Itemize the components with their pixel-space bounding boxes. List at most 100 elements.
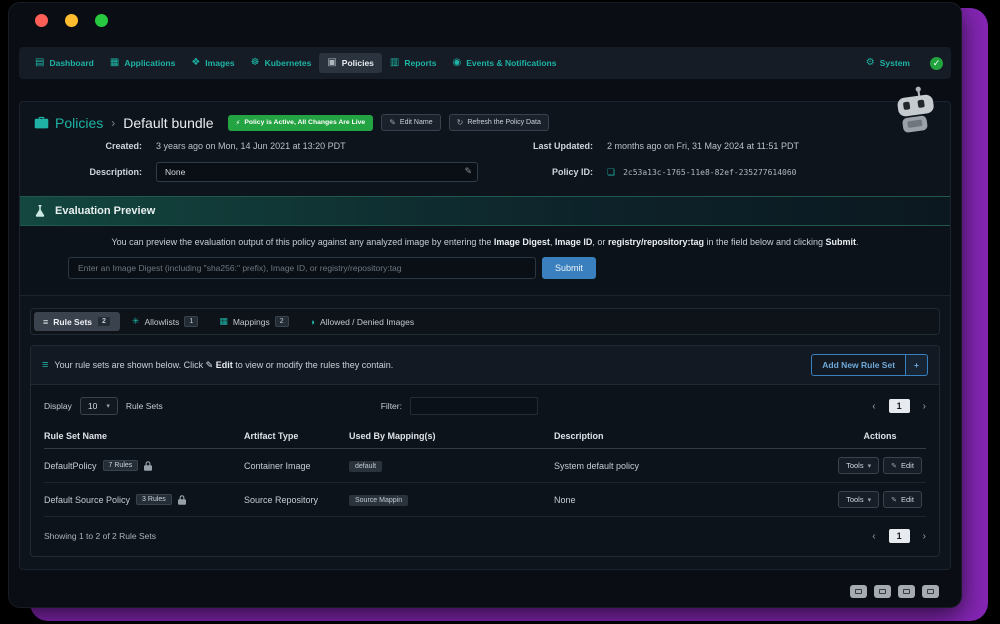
- policy-id-label: Policy ID:: [485, 167, 593, 177]
- tools-dropdown-button[interactable]: Tools ▾: [838, 491, 879, 508]
- description-row: Description: ✎: [34, 162, 485, 182]
- tab-mappings-label: Mappings: [233, 317, 270, 327]
- nav-label-kubernetes: Kubernetes: [265, 58, 312, 68]
- lock-icon: [144, 461, 152, 471]
- artifact-type: Source Repository: [244, 495, 349, 505]
- pagination-bottom: ‹ 1 ›: [872, 529, 926, 543]
- chevron-down-icon: ▾: [868, 462, 872, 470]
- minimize-button[interactable]: [65, 14, 78, 27]
- applications-icon: ▦: [110, 58, 119, 68]
- policies-icon: ▣: [327, 58, 336, 68]
- footer-widget-icon-1[interactable]: [850, 585, 867, 598]
- tab-allowlists-label: Allowlists: [144, 317, 179, 327]
- tools-dropdown-button[interactable]: Tools ▾: [838, 457, 879, 474]
- nav-label-policies: Policies: [342, 58, 374, 68]
- display-label: Display: [44, 401, 72, 411]
- col-artifact-type: Artifact Type: [244, 431, 349, 441]
- info-text: Your rule sets are shown below. Click ✎ …: [54, 360, 393, 371]
- submit-button[interactable]: Submit: [542, 257, 596, 279]
- copy-icon[interactable]: ❏: [607, 167, 615, 178]
- created-label: Created:: [34, 141, 142, 151]
- filter-label: Filter:: [381, 401, 402, 411]
- nav-item-images[interactable]: ❖ Images: [183, 53, 242, 73]
- asterisk-icon: ✳: [132, 316, 140, 327]
- tab-rule-sets-label: Rule Sets: [53, 317, 92, 327]
- policy-panel: Policies › Default bundle ⚡ Policy is Ac…: [19, 101, 951, 570]
- policy-active-badge[interactable]: ⚡ Policy is Active, All Changes Are Live: [228, 115, 374, 131]
- health-check-icon[interactable]: ✓: [930, 57, 943, 70]
- page-number[interactable]: 1: [889, 529, 910, 543]
- edit-name-button[interactable]: ✎ Edit Name: [381, 114, 440, 131]
- tab-allowed-denied-images[interactable]: ◑ Allowed / Denied Images: [301, 313, 423, 331]
- nav-label-events: Events & Notifications: [466, 58, 556, 68]
- col-actions: Actions: [834, 431, 926, 441]
- description-input[interactable]: [156, 162, 478, 182]
- evaluation-instructions: You can preview the evaluation output of…: [34, 237, 936, 247]
- edit-rule-set-button[interactable]: ✎ Edit: [883, 491, 922, 508]
- table-footer: Showing 1 to 2 of 2 Rule Sets ‹ 1 ›: [31, 517, 939, 556]
- footer-widget-icon-3[interactable]: [898, 585, 915, 598]
- briefcase-icon: [34, 116, 49, 129]
- display-count-select[interactable]: 10 ▾: [80, 397, 118, 415]
- policy-meta: Created: 3 years ago on Mon, 14 Jun 2021…: [20, 139, 950, 196]
- nav-item-policies[interactable]: ▣ Policies: [319, 53, 382, 73]
- images-icon: ❖: [191, 58, 200, 68]
- refresh-label: Refresh the Policy Data: [467, 119, 541, 126]
- edit-square-icon: ✎: [891, 496, 897, 504]
- kubernetes-icon: ☸: [251, 58, 260, 68]
- zoom-button[interactable]: [95, 14, 108, 27]
- created-row: Created: 3 years ago on Mon, 14 Jun 2021…: [34, 141, 485, 151]
- image-digest-input[interactable]: [68, 257, 536, 279]
- col-rule-set-name: Rule Set Name: [44, 431, 244, 441]
- evaluation-preview-title: Evaluation Preview: [55, 205, 155, 217]
- last-updated-row: Last Updated: 2 months ago on Fri, 31 Ma…: [485, 141, 936, 151]
- nav-label-system: System: [880, 58, 910, 68]
- list-icon: ≡: [42, 359, 48, 371]
- close-button[interactable]: [35, 14, 48, 27]
- gear-icon: ⚙: [866, 58, 875, 68]
- nav-label-dashboard: Dashboard: [49, 58, 93, 68]
- tab-rule-sets[interactable]: ≡ Rule Sets 2: [34, 312, 120, 331]
- display-count-value: 10: [88, 401, 97, 411]
- nav-item-dashboard[interactable]: ▤ Dashboard: [27, 53, 102, 73]
- edit-rule-set-button[interactable]: ✎ Edit: [883, 457, 922, 474]
- nav-label-reports: Reports: [404, 58, 436, 68]
- description-edit-icon[interactable]: ✎: [464, 166, 472, 177]
- evaluation-preview-header: Evaluation Preview: [20, 196, 950, 226]
- edit-square-icon: ✎: [891, 462, 897, 470]
- tab-rule-sets-badge: 2: [97, 316, 111, 327]
- evaluation-preview-body: You can preview the evaluation output of…: [20, 226, 950, 296]
- display-suffix-label: Rule Sets: [126, 401, 163, 411]
- filter-input[interactable]: [410, 397, 538, 415]
- table-controls: Display 10 ▾ Rule Sets Filter: ‹ 1 ›: [31, 385, 939, 424]
- add-new-rule-set-button[interactable]: Add New Rule Set +: [811, 354, 928, 376]
- nav-item-applications[interactable]: ▦ Applications: [102, 53, 183, 73]
- nav-item-reports[interactable]: ▥ Reports: [382, 53, 445, 73]
- nav-label-images: Images: [205, 58, 234, 68]
- next-page-icon[interactable]: ›: [923, 531, 926, 542]
- edit-name-label: Edit Name: [400, 119, 433, 126]
- mapping-badge: Source Mappin: [349, 495, 408, 506]
- prev-page-icon[interactable]: ‹: [872, 531, 875, 542]
- nav-item-kubernetes[interactable]: ☸ Kubernetes: [243, 53, 320, 73]
- refresh-policy-button[interactable]: ↻ Refresh the Policy Data: [449, 114, 549, 131]
- list-icon: ≡: [43, 317, 48, 327]
- nav-item-system[interactable]: ⚙ System: [858, 53, 918, 73]
- rule-set-description: System default policy: [554, 461, 834, 471]
- policy-tabs: ≡ Rule Sets 2 ✳ Allowlists 1 ▦ Mappings …: [30, 308, 940, 335]
- tab-allowlists[interactable]: ✳ Allowlists 1: [123, 312, 207, 331]
- page-number[interactable]: 1: [889, 399, 910, 413]
- half-circle-icon: ◑: [310, 317, 315, 327]
- breadcrumb-policies[interactable]: Policies: [34, 115, 103, 131]
- pencil-icon: ✎: [389, 118, 396, 127]
- footer-widget-icon-4[interactable]: [922, 585, 939, 598]
- table-row: Default Source Policy 3 Rules Source Rep…: [44, 483, 926, 517]
- tab-allowlists-badge: 1: [184, 316, 198, 327]
- tab-mappings[interactable]: ▦ Mappings 2: [210, 312, 297, 331]
- next-page-icon[interactable]: ›: [923, 401, 926, 412]
- nav-item-events[interactable]: ◉ Events & Notifications: [445, 53, 565, 73]
- policy-header-row: Policies › Default bundle ⚡ Policy is Ac…: [20, 102, 950, 139]
- prev-page-icon[interactable]: ‹: [872, 401, 875, 412]
- footer-widget-icon-2[interactable]: [874, 585, 891, 598]
- created-value: 3 years ago on Mon, 14 Jun 2021 at 13:20…: [156, 141, 346, 151]
